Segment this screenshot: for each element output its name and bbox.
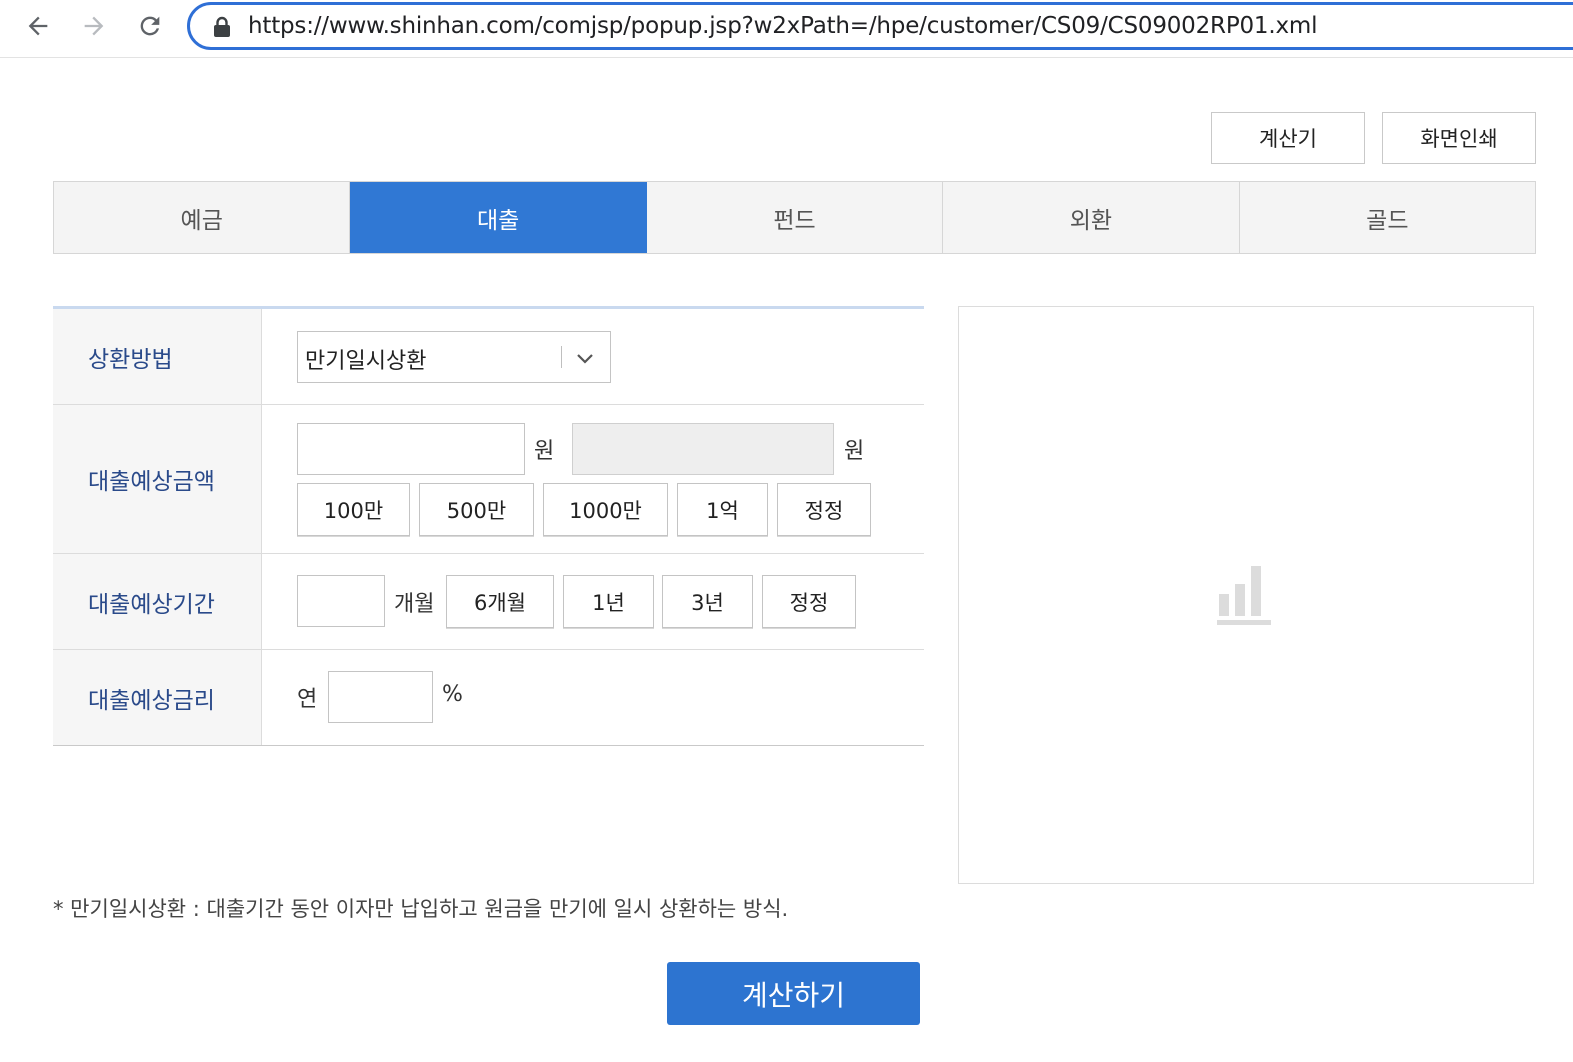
period-1y-button[interactable]: 1년 <box>563 575 654 628</box>
product-tabs: 예금 대출 펀드 외환 골드 <box>53 181 1537 254</box>
loan-amount-input[interactable] <box>297 423 525 475</box>
lock-icon <box>214 16 230 37</box>
calculator-button[interactable]: 계산기 <box>1211 112 1365 164</box>
arrow-right-icon <box>84 16 104 36</box>
row-interest-rate: 대출예상금리 연 % <box>53 650 924 745</box>
tab-gold[interactable]: 골드 <box>1239 182 1537 253</box>
tab-fund[interactable]: 펀드 <box>646 182 944 253</box>
repayment-method-selected: 만기일시상환 <box>305 349 427 374</box>
forward-button[interactable] <box>72 4 116 48</box>
reload-icon <box>140 16 160 36</box>
loan-amount-unit: 원 <box>534 439 555 464</box>
bar-chart-icon <box>1217 566 1271 625</box>
interest-rate-input[interactable] <box>328 671 433 723</box>
amount-100m-button[interactable]: 1억 <box>677 483 768 536</box>
loan-period-unit: 개월 <box>394 592 435 617</box>
browser-toolbar: https://www.shinhan.com/comjsp/popup.jsp… <box>0 0 1573 58</box>
loan-period-label: 대출예상기간 <box>53 554 262 649</box>
select-divider <box>561 346 562 368</box>
amount-1m-button[interactable]: 100만 <box>297 483 410 536</box>
tab-deposit[interactable]: 예금 <box>54 182 351 253</box>
period-6m-button[interactable]: 6개월 <box>446 575 554 628</box>
calculate-button[interactable]: 계산하기 <box>667 962 920 1025</box>
result-chart-area <box>958 306 1534 884</box>
repayment-method-note: * 만기일시상환 : 대출기간 동안 이자만 납입하고 원금을 만기에 일시 상… <box>53 897 789 921</box>
print-screen-button[interactable]: 화면인쇄 <box>1382 112 1536 164</box>
tab-loan[interactable]: 대출 <box>350 182 647 253</box>
period-reset-button[interactable]: 정정 <box>762 575 856 628</box>
loan-amount-display <box>572 423 834 475</box>
repayment-method-label: 상환방법 <box>53 309 262 404</box>
interest-rate-prefix: 연 <box>297 687 318 712</box>
loan-period-input[interactable] <box>297 575 385 627</box>
amount-5m-button[interactable]: 500만 <box>419 483 534 536</box>
loan-amount-label: 대출예상금액 <box>53 405 262 553</box>
tab-foreign-exchange[interactable]: 외환 <box>943 182 1240 253</box>
row-loan-period: 대출예상기간 개월 6개월 1년 3년 정정 <box>53 554 924 650</box>
interest-rate-unit: % <box>442 682 463 707</box>
row-loan-amount: 대출예상금액 원 원 100만 500만 1000만 1억 정정 <box>53 405 924 554</box>
back-button[interactable] <box>16 4 60 48</box>
loan-form: 상환방법 만기일시상환 대출예상금액 원 원 100만 500만 1000만 1… <box>53 306 924 746</box>
amount-reset-button[interactable]: 정정 <box>777 483 871 536</box>
loan-amount-display-unit: 원 <box>844 439 865 464</box>
period-3y-button[interactable]: 3년 <box>662 575 753 628</box>
address-bar[interactable]: https://www.shinhan.com/comjsp/popup.jsp… <box>187 2 1573 50</box>
row-repayment-method: 상환방법 만기일시상환 <box>53 309 924 405</box>
arrow-left-icon <box>28 16 48 36</box>
reload-button[interactable] <box>128 4 172 48</box>
chevron-down-icon <box>577 354 593 364</box>
url-text: https://www.shinhan.com/comjsp/popup.jsp… <box>248 13 1318 39</box>
amount-10m-button[interactable]: 1000만 <box>543 483 668 536</box>
interest-rate-label: 대출예상금리 <box>53 650 262 745</box>
repayment-method-select[interactable]: 만기일시상환 <box>297 331 611 383</box>
